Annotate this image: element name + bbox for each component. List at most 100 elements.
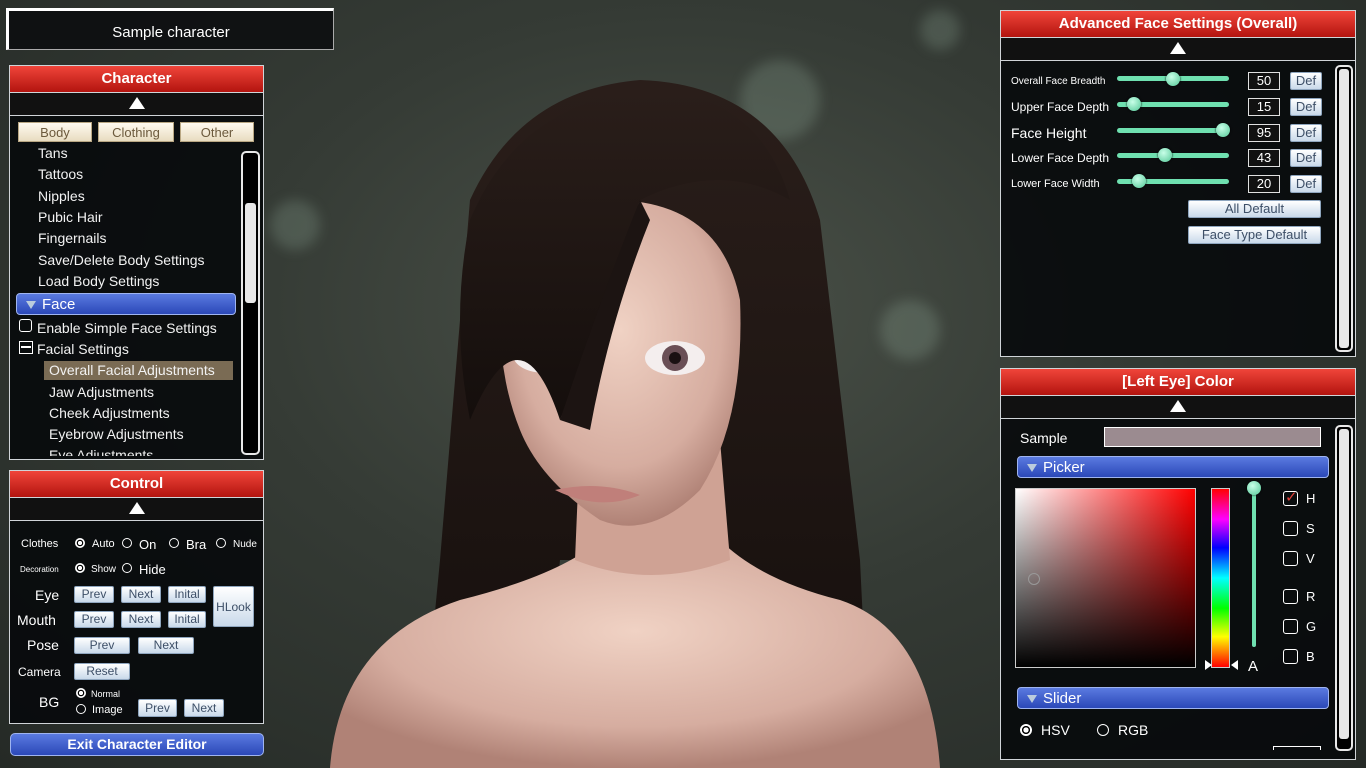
channel-checkbox-v[interactable]: [1283, 551, 1298, 566]
value-overall-face-breadth[interactable]: 50: [1248, 72, 1280, 90]
channel-checkbox-r[interactable]: [1283, 589, 1298, 604]
hue-bar[interactable]: [1211, 488, 1230, 668]
collapse-arrow-icon: [128, 502, 145, 514]
checkmark-icon: ✓: [1285, 488, 1298, 506]
character-name: Sample character: [112, 24, 230, 41]
sub-item-jaw[interactable]: Jaw Adjustments: [49, 384, 154, 400]
radio-clothes-on[interactable]: [122, 538, 132, 548]
channel-checkbox-b[interactable]: [1283, 649, 1298, 664]
expand-triangle-icon: [26, 301, 36, 309]
mouth-initial-button[interactable]: Inital: [168, 611, 206, 628]
eye-prev-button[interactable]: Prev: [74, 586, 114, 603]
expand-triangle-icon: [1027, 464, 1037, 472]
tab-clothing[interactable]: Clothing: [98, 122, 174, 142]
character-list-scrollbar[interactable]: [241, 151, 260, 455]
radio-decoration-show-label: Show: [91, 564, 117, 575]
radio-bg-image[interactable]: [76, 704, 86, 714]
bg-prev-button[interactable]: Prev: [138, 699, 177, 717]
sub-item-eye[interactable]: Eye Adjustments: [49, 447, 153, 456]
slider-track-face-height[interactable]: [1117, 128, 1229, 133]
sub-item-eyebrow[interactable]: Eyebrow Adjustments: [49, 426, 184, 442]
collapse-toggle[interactable]: [1001, 395, 1355, 419]
face-type-default-button[interactable]: Face Type Default: [1188, 226, 1321, 244]
alpha-slider-knob[interactable]: [1247, 481, 1261, 495]
saturation-value-picker[interactable]: [1015, 488, 1196, 668]
collapse-minus-icon[interactable]: [19, 341, 33, 354]
mouth-next-button[interactable]: Next: [121, 611, 161, 628]
radio-clothes-bra[interactable]: [169, 538, 179, 548]
sub-item-overall-facial[interactable]: Overall Facial Adjustments: [49, 362, 215, 378]
camera-reset-button[interactable]: Reset: [74, 663, 130, 680]
hue-marker-icon[interactable]: [1231, 660, 1238, 670]
list-item-save-delete-body[interactable]: Save/Delete Body Settings: [38, 252, 205, 268]
radio-clothes-on-label: On: [139, 537, 157, 552]
slider-knob-overall-face-breadth[interactable]: [1166, 72, 1180, 86]
value-face-height[interactable]: 95: [1248, 124, 1280, 142]
hlook-button[interactable]: HLook: [213, 586, 254, 627]
section-face[interactable]: Face: [16, 293, 236, 315]
value-upper-face-depth[interactable]: 15: [1248, 98, 1280, 116]
picker-cursor-icon[interactable]: [1028, 573, 1040, 585]
def-button-lower-face-depth[interactable]: Def: [1290, 149, 1322, 167]
def-button-lower-face-width[interactable]: Def: [1290, 175, 1322, 193]
mouth-prev-button[interactable]: Prev: [74, 611, 114, 628]
channel-label-r: R: [1306, 589, 1316, 604]
radio-clothes-nude[interactable]: [216, 538, 226, 548]
hue-marker-icon[interactable]: [1205, 660, 1212, 670]
simple-face-checkbox[interactable]: [19, 319, 32, 332]
channel-checkbox-g[interactable]: [1283, 619, 1298, 634]
list-item-tans[interactable]: Tans: [38, 145, 68, 161]
radio-clothes-nude-label: Nude: [233, 539, 257, 550]
def-button-upper-face-depth[interactable]: Def: [1290, 98, 1322, 116]
channel-label-g: G: [1306, 619, 1317, 634]
advanced-face-scrollbar[interactable]: [1335, 65, 1353, 352]
value-lower-face-width[interactable]: 20: [1248, 175, 1280, 193]
channel-checkbox-s[interactable]: [1283, 521, 1298, 536]
def-button-face-height[interactable]: Def: [1290, 124, 1322, 142]
pose-prev-button[interactable]: Prev: [74, 637, 130, 654]
radio-clothes-auto[interactable]: [75, 538, 85, 548]
list-item-load-body[interactable]: Load Body Settings: [38, 273, 159, 289]
eye-next-button[interactable]: Next: [121, 586, 161, 603]
exit-character-editor-button[interactable]: Exit Character Editor: [10, 733, 264, 756]
list-item-nipples[interactable]: Nipples: [38, 188, 85, 204]
radio-mode-rgb[interactable]: [1097, 724, 1109, 736]
pose-label: Pose: [27, 637, 59, 653]
scrollbar-thumb[interactable]: [1339, 69, 1349, 348]
slider-track-lower-face-depth[interactable]: [1117, 153, 1229, 158]
collapse-toggle[interactable]: [10, 92, 263, 116]
camera-label: Camera: [18, 665, 61, 679]
sub-item-cheek[interactable]: Cheek Adjustments: [49, 405, 170, 421]
collapse-toggle[interactable]: [1001, 37, 1355, 61]
collapse-arrow-icon: [128, 97, 145, 109]
radio-decoration-hide[interactable]: [122, 563, 132, 573]
alpha-label: A: [1248, 658, 1259, 675]
bg-next-button[interactable]: Next: [184, 699, 224, 717]
alpha-slider-track[interactable]: [1252, 492, 1256, 647]
collapse-toggle[interactable]: [10, 497, 263, 521]
tab-body[interactable]: Body: [18, 122, 92, 142]
eye-initial-button[interactable]: Inital: [168, 586, 206, 603]
all-default-button[interactable]: All Default: [1188, 200, 1321, 218]
radio-bg-normal-label: Normal: [91, 689, 121, 699]
slider-knob-upper-face-depth[interactable]: [1126, 97, 1141, 111]
list-item-fingernails[interactable]: Fingernails: [38, 230, 106, 246]
radio-decoration-show[interactable]: [75, 563, 85, 573]
tab-other[interactable]: Other: [180, 122, 254, 142]
section-slider[interactable]: Slider: [1017, 687, 1329, 709]
facial-settings-group[interactable]: Facial Settings: [37, 341, 129, 357]
def-button-overall-face-breadth[interactable]: Def: [1290, 72, 1322, 90]
radio-mode-hsv[interactable]: [1020, 724, 1032, 736]
list-item-pubic-hair[interactable]: Pubic Hair: [38, 209, 103, 225]
expand-triangle-icon: [1027, 695, 1037, 703]
section-picker[interactable]: Picker: [1017, 456, 1329, 478]
radio-bg-normal[interactable]: [76, 688, 86, 698]
pose-next-button[interactable]: Next: [138, 637, 194, 654]
scrollbar-thumb[interactable]: [245, 203, 256, 303]
scrollbar-thumb[interactable]: [1339, 429, 1349, 739]
value-lower-face-depth[interactable]: 43: [1248, 149, 1280, 167]
channel-checkbox-h[interactable]: ✓: [1283, 488, 1298, 506]
list-item-tattoos[interactable]: Tattoos: [38, 166, 83, 182]
bg-label: BG: [39, 694, 60, 710]
eye-color-scrollbar[interactable]: [1335, 425, 1353, 751]
